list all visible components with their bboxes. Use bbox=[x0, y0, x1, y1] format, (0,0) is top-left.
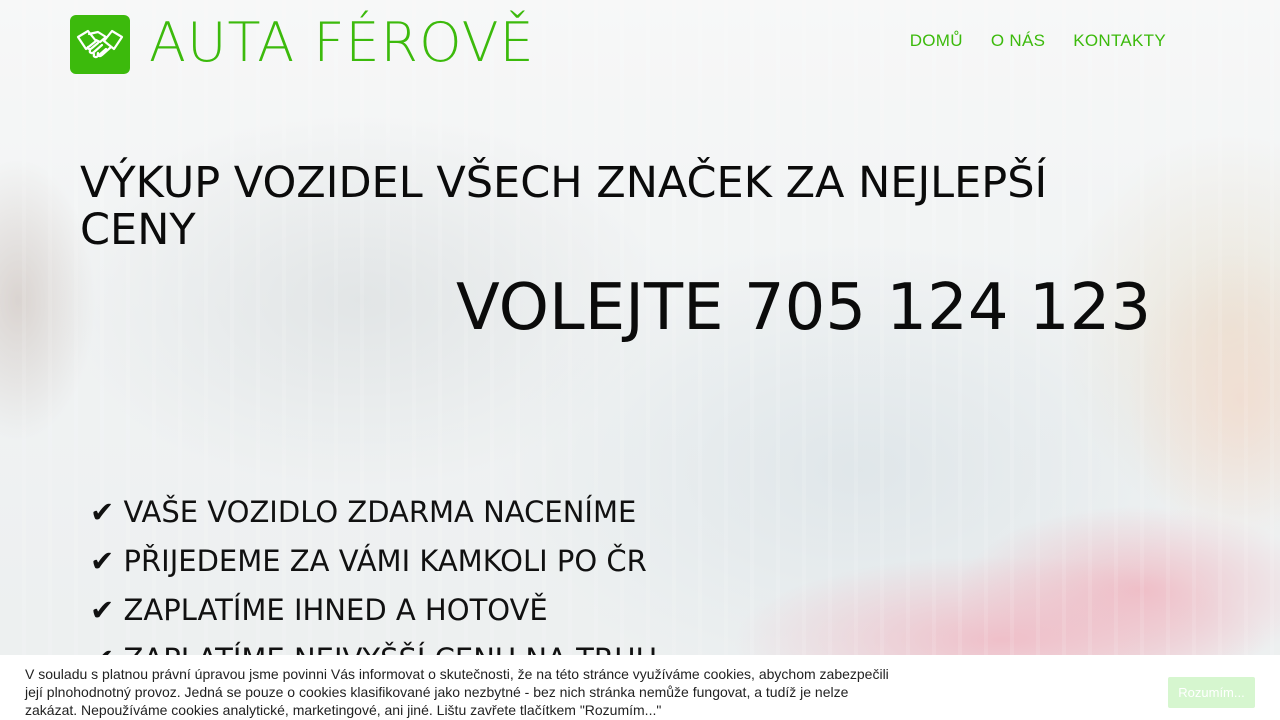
cookie-notice-text: V souladu s platnou právní úpravou jsme … bbox=[25, 666, 889, 718]
benefit-item: ✔ PŘIJEDEME ZA VÁMI KAMKOLI PO ČR bbox=[90, 544, 647, 578]
phone-cta: VOLEJTE 705 124 123 bbox=[456, 271, 1152, 345]
nav-item-domu[interactable]: DOMŮ bbox=[910, 31, 963, 51]
benefit-item: ✔ ZAPLATÍME IHNED A HOTOVĚ bbox=[90, 593, 548, 627]
cookie-consent-bar: V souladu s platnou právní úpravou jsme … bbox=[0, 655, 1280, 720]
logo-badge[interactable] bbox=[70, 15, 130, 74]
site-header: AUTA FÉROVĚ DOMŮ O NÁS KONTAKTY bbox=[0, 0, 1280, 88]
benefit-item: ✔ VAŠE VOZIDLO ZDARMA NACENÍME bbox=[90, 495, 637, 529]
handshake-icon bbox=[76, 29, 124, 58]
nav-item-kontakty[interactable]: KONTAKTY bbox=[1073, 31, 1166, 51]
main-nav: DOMŮ O NÁS KONTAKTY bbox=[910, 31, 1166, 51]
cookie-accept-button[interactable]: Rozumím... bbox=[1168, 677, 1255, 708]
nav-item-o-nas[interactable]: O NÁS bbox=[991, 31, 1045, 51]
hero-headline: VÝKUP VOZIDEL VŠECH ZNAČEK ZA NEJLEPŠÍ C… bbox=[80, 158, 1048, 255]
brand-name[interactable]: AUTA FÉROVĚ bbox=[149, 9, 535, 77]
